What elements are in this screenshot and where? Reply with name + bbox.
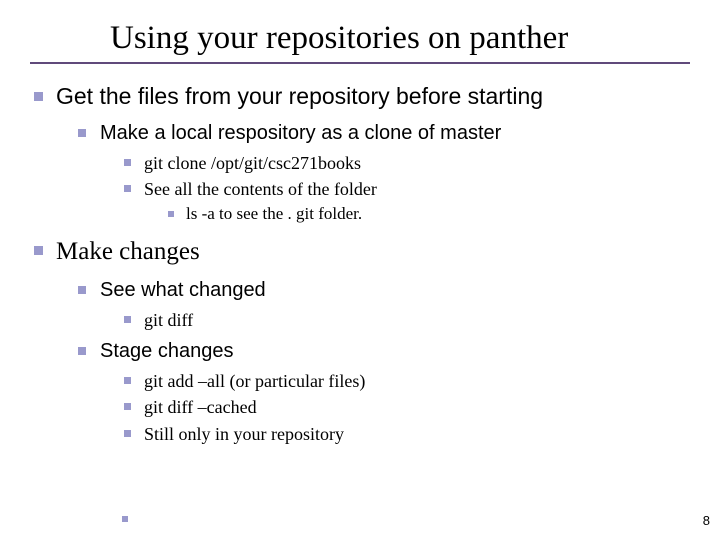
list-item-label: See what changed — [100, 279, 266, 301]
square-bullet-icon — [124, 403, 131, 410]
square-bullet-icon — [34, 92, 43, 101]
list-item-label: Still only in your repository — [144, 424, 344, 444]
list-item-label: git add –all (or particular files) — [144, 371, 365, 391]
square-bullet-icon — [124, 316, 131, 323]
list-item-label: See all the contents of the folder — [144, 179, 377, 199]
square-bullet-icon — [122, 516, 128, 522]
list-item: Get the files from your repository befor… — [30, 82, 690, 226]
list-item: See all the contents of the folder ls -a… — [122, 177, 690, 226]
square-bullet-icon — [78, 129, 86, 137]
list-item-label: Stage changes — [100, 340, 233, 362]
list-item: See what changed git diff — [76, 277, 690, 332]
list-item-label: Make changes — [56, 238, 200, 265]
list-item: git diff — [122, 308, 690, 332]
list-item-label: git clone /opt/git/csc271books — [144, 153, 361, 173]
list-item: ls -a to see the . git folder. — [166, 203, 690, 226]
square-bullet-icon — [124, 377, 131, 384]
list-item: Make a local respository as a clone of m… — [76, 120, 690, 227]
list-item: Make changes See what changed git diff S… — [30, 236, 690, 446]
square-bullet-icon — [124, 185, 131, 192]
list-item-label: git diff — [144, 310, 193, 330]
list-item-label: Get the files from your repository befor… — [56, 83, 543, 109]
list-item-label: git diff –cached — [144, 397, 257, 417]
square-bullet-icon — [168, 211, 174, 217]
title-underline: Using your repositories on panther — [30, 20, 690, 64]
content-list: Get the files from your repository befor… — [30, 82, 690, 446]
list-item: Still only in your repository — [122, 422, 690, 446]
list-item: git clone /opt/git/csc271books — [122, 151, 690, 175]
list-item: git diff –cached — [122, 395, 690, 419]
list-item-label: Make a local respository as a clone of m… — [100, 122, 501, 144]
list-item: Stage changes git add –all (or particula… — [76, 338, 690, 446]
square-bullet-icon — [124, 430, 131, 437]
list-item-label: ls -a to see the . git folder. — [186, 204, 362, 223]
slide-title: Using your repositories on panther — [110, 20, 690, 58]
square-bullet-icon — [124, 159, 131, 166]
slide: Using your repositories on panther Get t… — [0, 0, 720, 540]
list-item: git add –all (or particular files) — [122, 369, 690, 393]
square-bullet-icon — [34, 246, 43, 255]
page-number: 8 — [703, 513, 710, 528]
square-bullet-icon — [78, 347, 86, 355]
square-bullet-icon — [78, 286, 86, 294]
